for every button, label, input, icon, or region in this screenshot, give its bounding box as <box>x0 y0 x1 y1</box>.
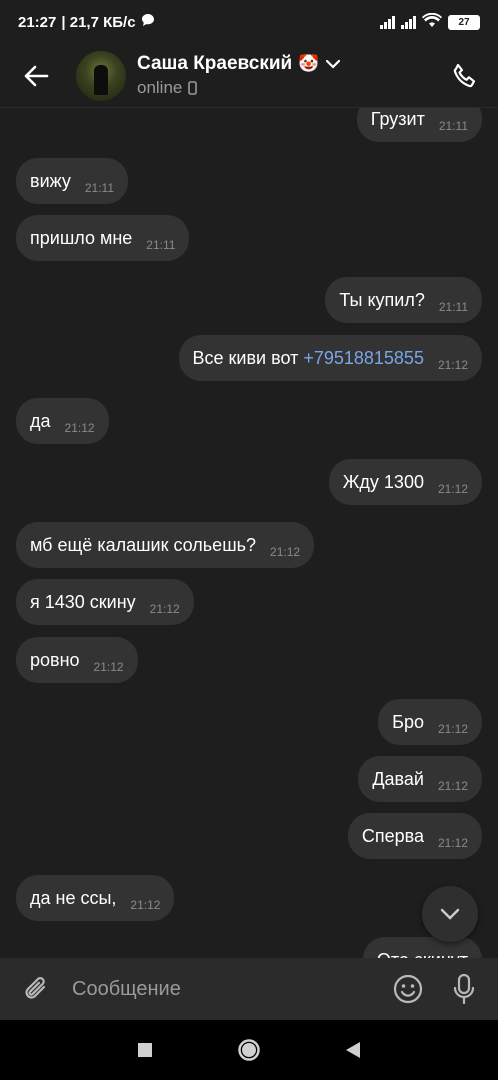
message-time: 21:11 <box>438 119 468 133</box>
emoji-button[interactable] <box>380 958 436 1020</box>
message-bubble[interactable]: Сперва 21:12 <box>347 813 482 859</box>
message-bubble[interactable]: Ото скинут <box>362 937 482 959</box>
back-button[interactable] <box>0 44 72 108</box>
message-text: Грузит <box>370 108 425 129</box>
contact-info[interactable]: Саша Краевский 🤡 online <box>137 53 341 98</box>
message-text: вижу <box>30 170 71 191</box>
message-list[interactable]: Грузит 21:11 вижу 21:11 пришло мне 21:11… <box>0 108 498 958</box>
system-navigation-bar <box>0 1020 498 1080</box>
contact-name: Саша Краевский <box>137 53 293 74</box>
message-text: Сперва <box>361 825 424 846</box>
message-text: да <box>30 410 51 431</box>
message-bubble[interactable]: да 21:12 <box>16 398 109 444</box>
message-text: да не ссы, <box>30 887 117 908</box>
contact-emoji: 🤡 <box>298 54 320 73</box>
voice-message-button[interactable] <box>436 958 492 1020</box>
message-time: 21:11 <box>84 181 115 195</box>
message-time: 21:12 <box>64 421 95 435</box>
message-bubble[interactable]: Грузит 21:11 <box>356 108 482 142</box>
message-bubble[interactable]: Давай 21:12 <box>358 756 482 802</box>
signal-icon-2 <box>401 15 416 29</box>
recent-apps-icon[interactable] <box>137 1042 153 1058</box>
arrow-left-icon <box>24 65 49 86</box>
message-time: 21:12 <box>437 779 468 793</box>
message-bubble[interactable]: пришло мне 21:11 <box>16 215 190 261</box>
clock: 21:27 <box>18 13 57 31</box>
chevron-down-icon[interactable] <box>325 59 341 69</box>
message-text: Давай <box>372 768 424 789</box>
message-bubble[interactable]: ровно 21:12 <box>16 637 138 683</box>
chat-header: Саша Краевский 🤡 online <box>0 44 498 108</box>
message-text: ровно <box>30 649 80 670</box>
message-bubble[interactable]: Бро 21:12 <box>378 699 482 745</box>
message-text: пришло мне <box>30 227 133 248</box>
call-button[interactable] <box>432 44 498 108</box>
message-time: 21:12 <box>93 660 124 674</box>
message-text: мб ещё калашик сольешь? <box>30 534 257 555</box>
message-bubble[interactable]: да не ссы, 21:12 <box>16 875 175 921</box>
battery-icon: 27 <box>448 14 480 30</box>
message-time: 21:12 <box>130 898 161 912</box>
phone-link[interactable]: +79518815855 <box>303 348 424 368</box>
message-bubble[interactable]: я 1430 скину 21:12 <box>16 579 194 625</box>
message-text: Ото скинут <box>377 950 468 959</box>
message-bubble[interactable]: Все киви вот +79518815855 21:12 <box>178 335 482 381</box>
chat-bubble-icon <box>141 13 155 31</box>
message-input[interactable] <box>72 958 380 1020</box>
signal-icon <box>380 15 395 29</box>
message-text: я 1430 скину <box>30 591 136 612</box>
avatar[interactable] <box>76 50 126 101</box>
message-text: Ты купил? <box>339 289 425 310</box>
message-composer <box>0 958 498 1020</box>
wifi-icon <box>422 12 442 32</box>
chevron-down-icon <box>440 908 460 920</box>
paperclip-icon <box>25 977 46 999</box>
home-icon[interactable] <box>237 1038 261 1062</box>
message-text: Бро <box>392 711 424 732</box>
message-text: Жду 1300 <box>342 471 424 492</box>
online-status: online <box>137 78 183 97</box>
smiley-icon <box>393 974 423 1004</box>
scroll-to-bottom-button[interactable] <box>422 886 478 942</box>
message-time: 21:12 <box>437 722 468 736</box>
message-bubble[interactable]: вижу 21:11 <box>16 158 129 204</box>
message-time: 21:11 <box>438 300 468 314</box>
mobile-device-icon <box>188 81 198 95</box>
message-bubble[interactable]: Жду 1300 21:12 <box>328 459 482 505</box>
phone-icon <box>453 63 476 87</box>
network-speed: | 21,7 КБ/с <box>61 13 136 31</box>
message-time: 21:12 <box>437 482 468 496</box>
message-text: Все киви вот +79518815855 <box>192 347 424 368</box>
message-time: 21:11 <box>146 238 176 252</box>
message-time: 21:12 <box>437 836 468 850</box>
microphone-icon <box>453 973 475 1005</box>
back-nav-icon[interactable] <box>345 1041 361 1059</box>
attach-button[interactable] <box>0 958 72 1020</box>
message-bubble[interactable]: Ты купил? 21:11 <box>325 277 482 323</box>
message-time: 21:12 <box>437 358 468 372</box>
message-time: 21:12 <box>270 545 301 559</box>
message-time: 21:12 <box>149 602 180 616</box>
message-bubble[interactable]: мб ещё калашик сольешь? 21:12 <box>16 522 315 568</box>
status-bar: 21:27 | 21,7 КБ/с 27 <box>0 0 498 44</box>
